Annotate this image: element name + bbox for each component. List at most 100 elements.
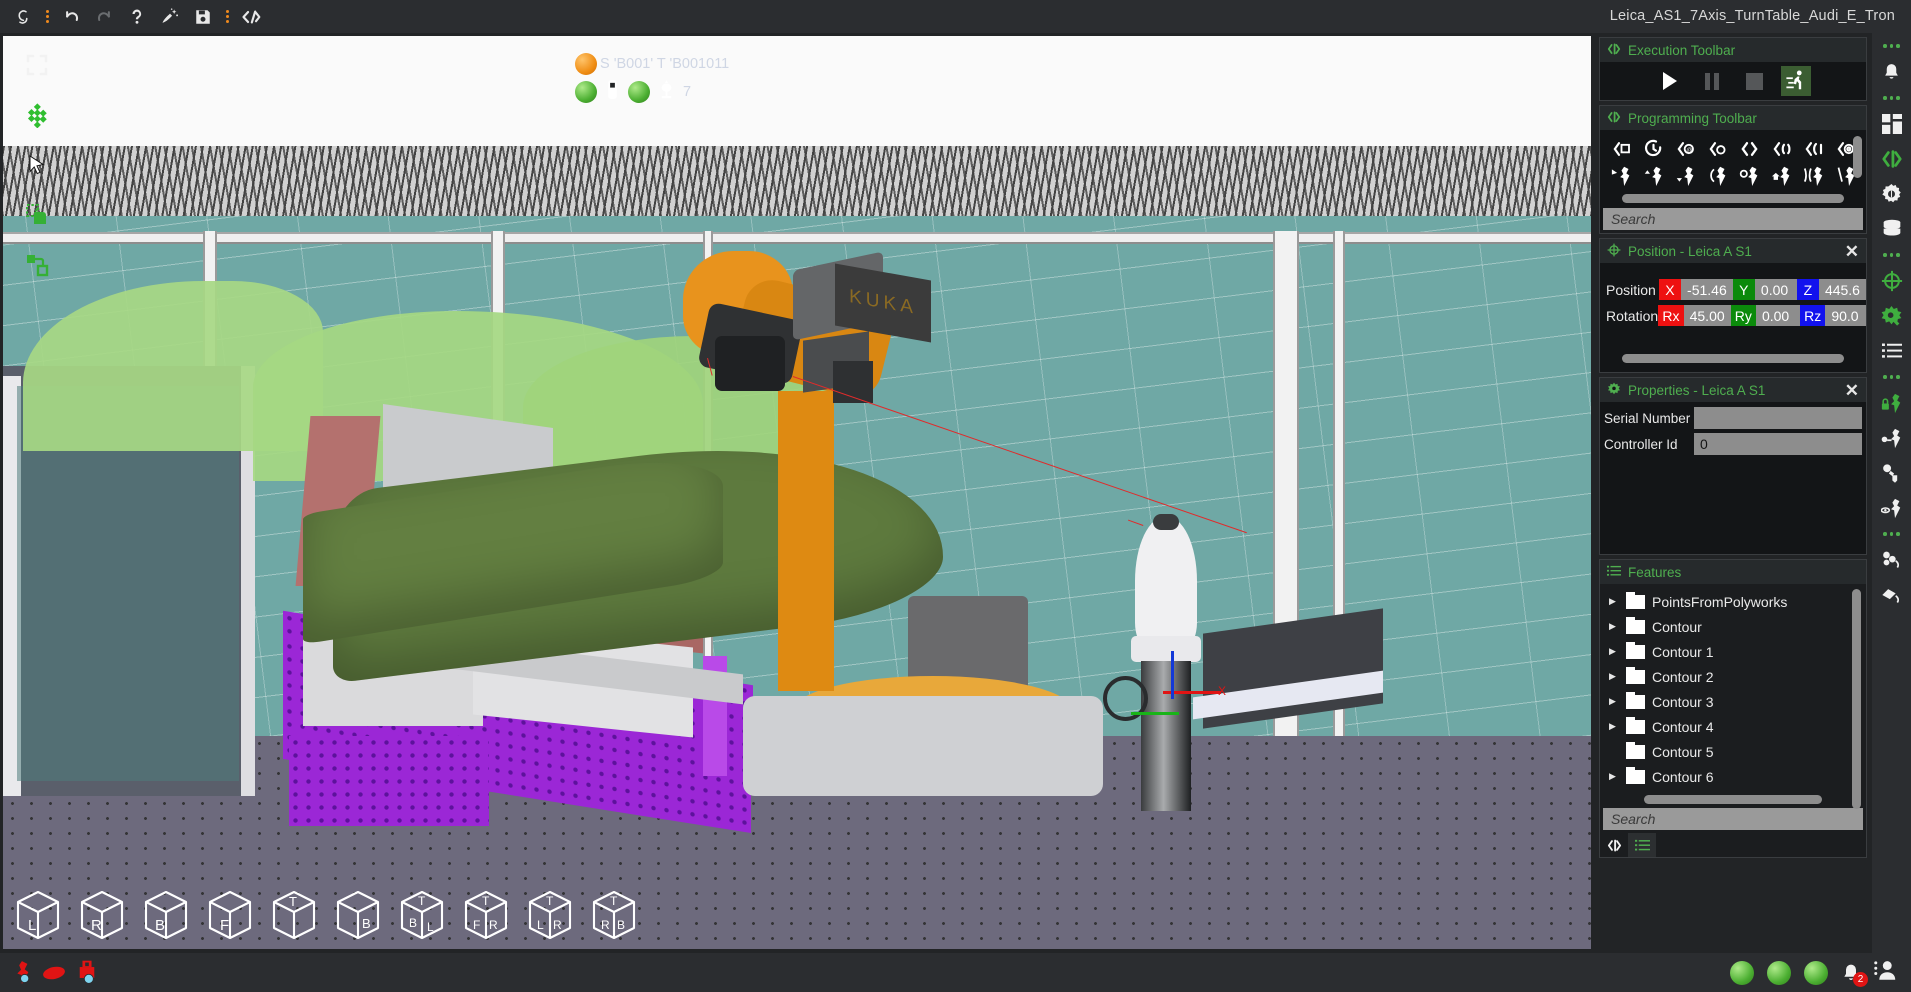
select-cursor-icon[interactable] (18, 148, 56, 182)
robot-tool-icon[interactable] (1875, 457, 1909, 489)
user-account-icon[interactable] (1874, 959, 1897, 986)
axis-rz-value[interactable]: 90.0 (1825, 305, 1866, 326)
fullscreen-icon[interactable] (18, 48, 56, 82)
list-item[interactable]: ▶ Contour 3 (1600, 689, 1866, 714)
rail-overflow-dots-4[interactable] (1883, 370, 1900, 384)
database-icon[interactable] (1875, 213, 1909, 245)
view-cube-back[interactable]: B (134, 886, 198, 944)
grid-snap-icon[interactable] (18, 98, 56, 132)
position-close-button[interactable]: ✕ (1845, 243, 1859, 260)
move-linear-icon[interactable] (1606, 163, 1638, 188)
scanner-status-icon[interactable] (41, 959, 67, 987)
move-down-icon[interactable] (1670, 163, 1702, 188)
calibration-icon[interactable] (1875, 300, 1909, 332)
robot-lock-icon[interactable] (1875, 387, 1909, 419)
expand-arrow-icon[interactable]: ▶ (1609, 696, 1619, 707)
expand-arrow-icon[interactable]: ▶ (1609, 646, 1619, 657)
settings-gear-icon[interactable] (1875, 178, 1909, 210)
save-icon[interactable] (188, 3, 218, 30)
view-cube-front[interactable]: F (198, 886, 262, 944)
cmd-condition-icon[interactable] (1797, 136, 1829, 161)
scan-surface-icon[interactable] (1875, 579, 1909, 611)
cmd-loop-icon[interactable] (1702, 136, 1734, 161)
rail-overflow-dots-3[interactable] (1883, 248, 1900, 262)
features-horizontal-scrollbar[interactable] (1644, 795, 1822, 804)
cmd-code-icon[interactable] (1734, 136, 1766, 161)
controller-id-field[interactable]: 0 (1694, 433, 1862, 455)
axis-y-value[interactable]: 0.00 (1755, 279, 1797, 300)
list-item[interactable]: ▶ Contour 6 (1600, 764, 1866, 789)
expand-arrow-icon[interactable]: ▶ (1609, 771, 1619, 782)
snap-corner-icon[interactable] (18, 248, 56, 282)
cmd-wait-icon[interactable] (1638, 136, 1670, 161)
serial-number-field[interactable] (1694, 407, 1862, 429)
play-button[interactable] (1655, 66, 1685, 96)
undo-history-icon[interactable] (8, 3, 38, 30)
list-item[interactable]: ▶ Contour 1 (1600, 639, 1866, 664)
undo-icon[interactable] (56, 3, 86, 30)
expand-arrow-icon[interactable]: ▶ (1609, 596, 1619, 607)
programming-vertical-scrollbar[interactable] (1853, 136, 1862, 178)
rail-overflow-dots-2[interactable] (1883, 91, 1900, 105)
view-cube-top-right-back[interactable]: T R B (582, 886, 646, 944)
view-cube-top-left-rear[interactable]: T L R (518, 886, 582, 944)
cmd-at-icon[interactable]: @ (1670, 136, 1702, 161)
pause-button[interactable] (1697, 66, 1727, 96)
measure-points-icon[interactable] (1875, 544, 1909, 576)
view-cube-top-back-left[interactable]: T B L (390, 886, 454, 944)
viewport-3d[interactable]: KUKA X (0, 33, 1594, 953)
notifications-bell-icon[interactable]: 2 (1841, 962, 1861, 984)
move-arc-icon[interactable] (1702, 163, 1734, 188)
move-circle-icon[interactable] (1734, 163, 1766, 188)
robot-status-icon[interactable] (8, 959, 34, 987)
notifications-bell-icon[interactable] (1875, 56, 1909, 88)
view-cube-right[interactable]: R (70, 886, 134, 944)
list-icon[interactable] (1875, 335, 1909, 367)
rail-overflow-dots-5[interactable] (1883, 527, 1900, 541)
list-item[interactable]: Contour 5 (1600, 739, 1866, 764)
step-run-button[interactable] (1781, 66, 1811, 96)
stop-button[interactable] (1739, 66, 1769, 96)
features-vertical-scrollbar[interactable] (1852, 589, 1861, 809)
axis-x-value[interactable]: -51.46 (1681, 279, 1733, 300)
programming-search-input[interactable]: Search (1603, 208, 1863, 230)
view-cube-top[interactable]: T (262, 886, 326, 944)
robot-view-icon[interactable] (1875, 492, 1909, 524)
view-cube-top-front-right[interactable]: T F R (454, 886, 518, 944)
list-item[interactable]: ▶ PointsFromPolyworks (1600, 589, 1866, 614)
programming-horizontal-scrollbar[interactable] (1622, 194, 1844, 203)
tab-program[interactable] (1600, 833, 1628, 857)
rail-overflow-dots[interactable] (1883, 39, 1900, 53)
list-item[interactable]: ▶ Contour 2 (1600, 664, 1866, 689)
cmd-save-icon[interactable] (1606, 136, 1638, 161)
properties-close-button[interactable]: ✕ (1845, 382, 1859, 399)
expand-arrow-icon[interactable]: ▶ (1609, 621, 1619, 632)
view-cube-left[interactable]: L (6, 886, 70, 944)
position-horizontal-scrollbar[interactable] (1622, 354, 1844, 363)
expand-arrow-icon[interactable]: ▶ (1609, 721, 1619, 732)
overflow-dots-icon[interactable] (41, 3, 53, 30)
expand-arrow-icon[interactable]: ▶ (1609, 671, 1619, 682)
pan-grab-icon[interactable] (18, 198, 56, 232)
help-icon[interactable] (122, 3, 152, 30)
target-crosshair-icon[interactable] (1875, 265, 1909, 297)
overflow-dots-icon-2[interactable] (221, 3, 233, 30)
code-icon[interactable] (236, 3, 266, 30)
axis-ry-value[interactable]: 0.00 (1756, 305, 1800, 326)
cmd-branch-icon[interactable] (1765, 136, 1797, 161)
tab-features[interactable] (1628, 833, 1656, 857)
layout-panels-icon[interactable] (1875, 108, 1909, 140)
features-search-input[interactable]: Search (1603, 808, 1863, 830)
robot-move-icon[interactable] (1875, 422, 1909, 454)
list-item[interactable]: ▶ Contour (1600, 614, 1866, 639)
move-up-icon[interactable] (1638, 163, 1670, 188)
axis-z-value[interactable]: 445.6 (1819, 279, 1866, 300)
list-item[interactable]: ▶ Contour 4 (1600, 714, 1866, 739)
move-path-icon[interactable] (1797, 163, 1829, 188)
code-icon[interactable] (1875, 143, 1909, 175)
tracker-status-icon[interactable] (74, 959, 100, 987)
axis-rx-value[interactable]: 45.00 (1684, 305, 1731, 326)
wizard-icon[interactable] (155, 3, 185, 30)
view-cube-left-back[interactable]: B (326, 886, 390, 944)
move-home-icon[interactable] (1765, 163, 1797, 188)
